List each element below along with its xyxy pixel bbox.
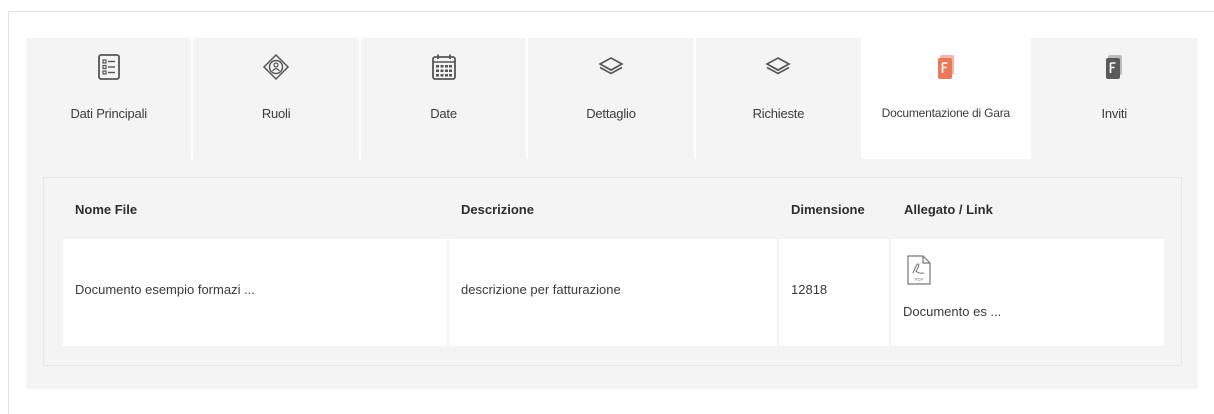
list-doc-icon <box>95 53 123 81</box>
file-name: Documento esempio formazi ... <box>75 282 255 297</box>
documents-table: Nome File Descrizione Dimensione Allegat… <box>43 177 1182 366</box>
documents-panel: Nome File Descrizione Dimensione Allegat… <box>26 159 1198 389</box>
tab-label: Date <box>430 106 457 121</box>
document-icon <box>932 53 960 81</box>
layers-icon <box>764 53 792 81</box>
table-row: Documento esempio formazi ... descrizion… <box>63 239 1164 346</box>
tab-bar: Dati Principali Ruoli Date Dettaglio Ric… <box>26 38 1198 159</box>
file-size: 12818 <box>791 282 828 297</box>
user-role-icon <box>262 53 290 81</box>
tab-inviti[interactable]: Inviti <box>1030 38 1198 159</box>
tab-label: Ruoli <box>261 106 291 121</box>
attachment-link[interactable]: Documento es ... <box>903 304 1001 319</box>
calendar-icon <box>430 53 458 81</box>
tab-dati-principali[interactable]: Dati Principali <box>26 38 194 159</box>
cell-size: 12818 <box>779 239 891 346</box>
tab-label: Dettaglio <box>586 106 636 121</box>
cell-file-name: Documento esempio formazi ... <box>63 239 449 346</box>
column-header-dimensione: Dimensione <box>791 202 865 217</box>
column-header-descrizione: Descrizione <box>461 202 534 217</box>
table-header: Nome File Descrizione Dimensione Allegat… <box>44 178 1181 238</box>
tab-richieste[interactable]: Richieste <box>695 38 864 159</box>
tab-label: Inviti <box>1101 106 1127 121</box>
tab-documentazione-di-gara[interactable]: Documentazione di Gara <box>863 38 1031 159</box>
tab-label: Dati Principali <box>70 106 147 121</box>
document-icon <box>1100 53 1128 81</box>
tab-label: Richieste <box>752 106 805 121</box>
file-description: descrizione per fatturazione <box>461 282 621 297</box>
tab-label: Documentazione di Gara <box>881 106 1011 120</box>
column-header-nome-file: Nome File <box>75 202 138 217</box>
cell-description: descrizione per fatturazione <box>449 239 779 346</box>
tab-dettaglio[interactable]: Dettaglio <box>528 38 696 159</box>
column-header-allegato-link: Allegato / Link <box>904 202 993 217</box>
tab-ruoli[interactable]: Ruoli <box>193 38 361 159</box>
cell-attachment: PDF Documento es ... <box>891 239 1164 346</box>
svg-text:PDF: PDF <box>915 277 924 282</box>
layers-icon <box>597 53 625 81</box>
tab-date[interactable]: Date <box>360 38 529 159</box>
pdf-icon[interactable]: PDF <box>907 255 931 285</box>
